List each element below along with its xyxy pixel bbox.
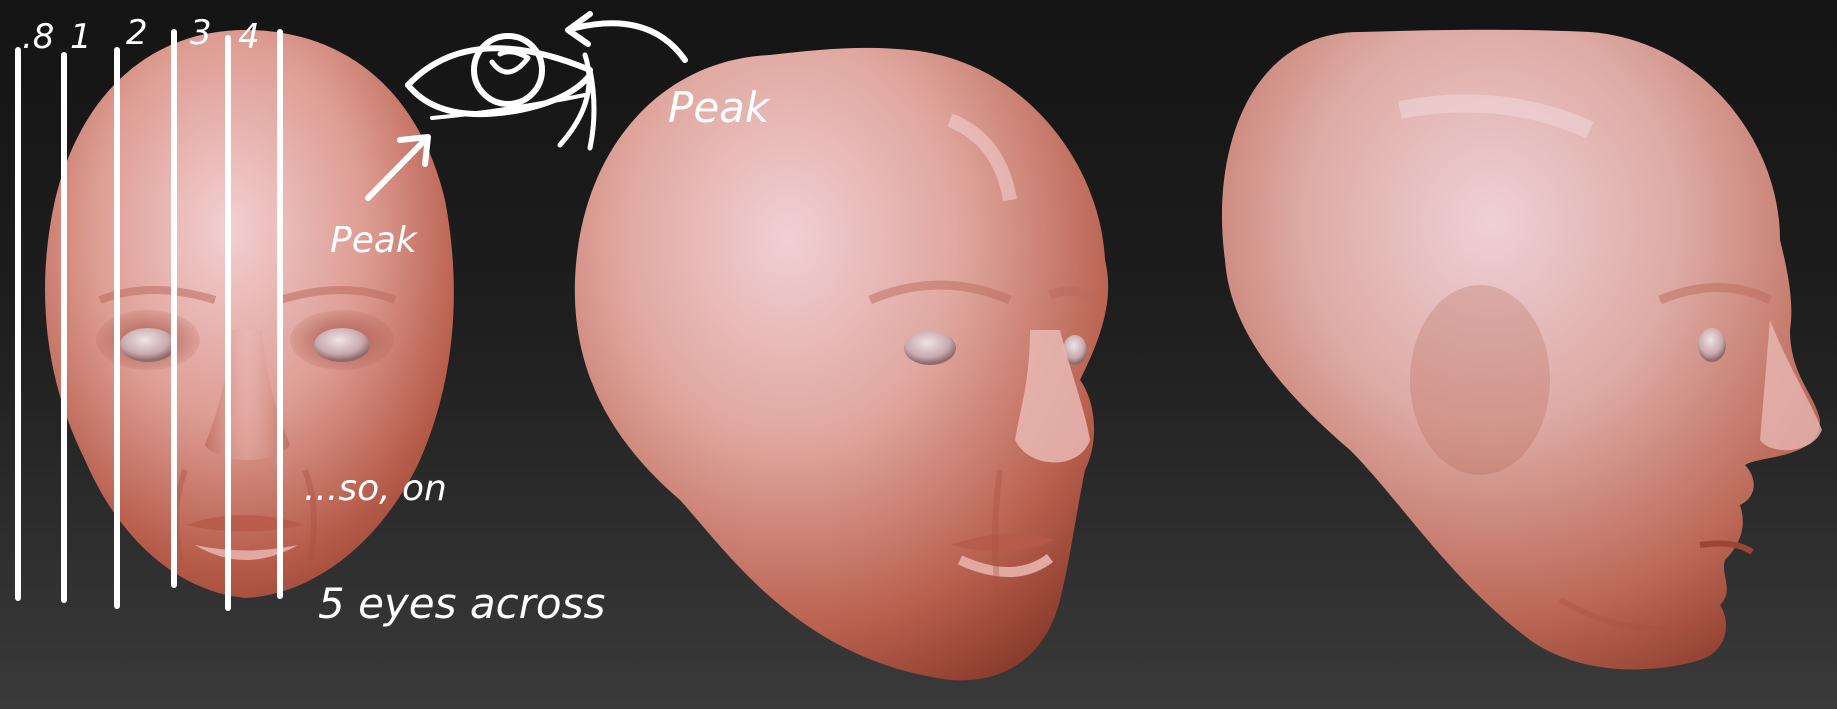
peak-top-arrow xyxy=(572,20,688,63)
sculpt-reference-image: .8 1 2 3 4 Peak Peak ...so, on 5 eyes ac… xyxy=(0,0,1837,709)
front-right-eye xyxy=(314,328,370,362)
front-left-eye xyxy=(120,328,176,362)
front-view-head xyxy=(45,29,454,599)
column-label-0: .8 xyxy=(22,17,54,57)
column-label-4: 4 xyxy=(238,17,260,57)
three-quarter-near-eye xyxy=(904,331,956,365)
eye-sketch-pupil xyxy=(489,49,531,75)
column-label-3: 3 xyxy=(190,13,212,53)
so-on-label: ...so, on xyxy=(304,468,447,509)
eyes-across-label: 5 eyes across xyxy=(318,579,605,628)
profile-nose xyxy=(1760,320,1822,451)
front-head-shape xyxy=(45,29,454,599)
three-quarter-view-head xyxy=(574,47,1109,681)
peak-left-label: Peak xyxy=(330,220,419,261)
three-quarter-head-shape xyxy=(574,47,1109,681)
peak-top-label: Peak xyxy=(668,83,771,132)
profile-ear-shadow xyxy=(1410,285,1550,475)
column-label-1: 1 xyxy=(70,17,92,57)
profile-view-head xyxy=(1221,29,1822,670)
eye-sketch-corner-curve-2 xyxy=(587,67,597,151)
column-label-2: 2 xyxy=(126,13,148,53)
eye-sketch-drawing xyxy=(405,33,597,151)
profile-eye xyxy=(1698,328,1726,362)
artwork-canvas: .8 1 2 3 4 Peak Peak ...so, on 5 eyes ac… xyxy=(15,11,1822,681)
